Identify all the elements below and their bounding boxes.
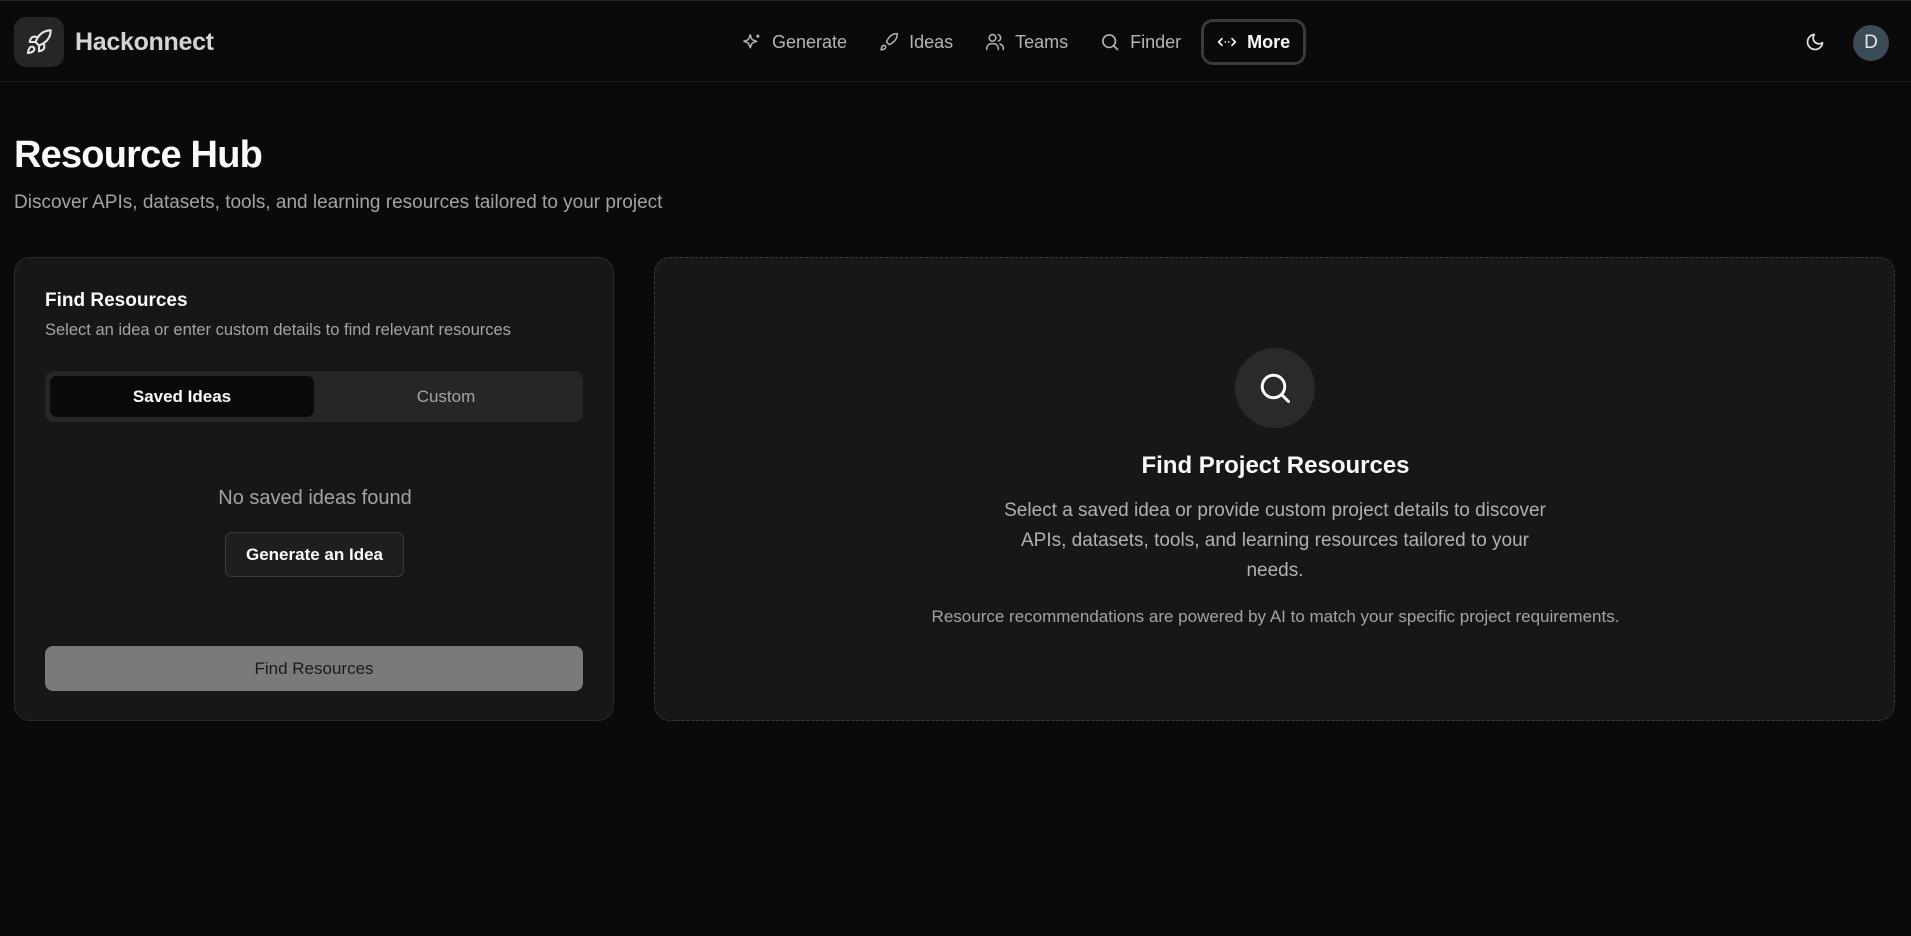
info-description: Select a saved idea or provide custom pr… [1004,500,1546,581]
nav-item-ideas[interactable]: Ideas [863,19,969,65]
moon-icon[interactable] [1802,29,1828,55]
page-title: Resource Hub [14,134,263,176]
card-title: Find Resources [45,290,188,311]
rocket-icon [14,17,64,67]
tab-custom[interactable]: Custom [314,376,578,417]
tab-saved-ideas[interactable]: Saved Ideas [50,376,314,417]
nav-item-more[interactable]: More [1201,19,1307,65]
search-icon [1102,34,1119,51]
nav-label: Finder [1130,31,1182,52]
nav-item-teams[interactable]: Teams [969,19,1084,65]
page-subtitle: Discover APIs, datasets, tools, and lear… [14,192,663,213]
info-note: Resource recommendations are powered by … [931,607,1620,626]
nav-label: Teams [1015,31,1069,52]
users-icon [986,33,1005,51]
avatar[interactable]: D [1853,25,1889,61]
brand[interactable]: Hackonnect [14,17,214,67]
top-navbar: Hackonnect Generate Ideas Teams Finder M… [0,0,1911,82]
sparkles-icon [743,34,760,49]
find-resources-card: Find Resources Select an idea or enter c… [14,257,614,721]
search-icon [1235,348,1315,428]
generate-idea-button[interactable]: Generate an Idea [225,532,404,577]
nav-label: Ideas [909,31,954,52]
info-panel: Find Project Resources Select a saved id… [654,257,1895,721]
nav-item-generate[interactable]: Generate [726,19,863,65]
empty-state-text: No saved ideas found [218,487,412,509]
main-nav: Generate Ideas Teams Finder More [726,19,1307,65]
rocket-icon [880,32,899,51]
find-resources-button[interactable]: Find Resources [45,646,583,691]
source-tabs: Saved Ideas Custom [45,371,583,422]
info-title: Find Project Resources [1141,452,1410,479]
card-subtitle: Select an idea or enter custom details t… [45,321,511,339]
nav-item-finder[interactable]: Finder [1084,19,1197,65]
nav-label: More [1247,31,1291,52]
nav-label: Generate [772,31,848,52]
code-arrows-icon [1217,37,1237,47]
app-name: Hackonnect [75,27,214,56]
